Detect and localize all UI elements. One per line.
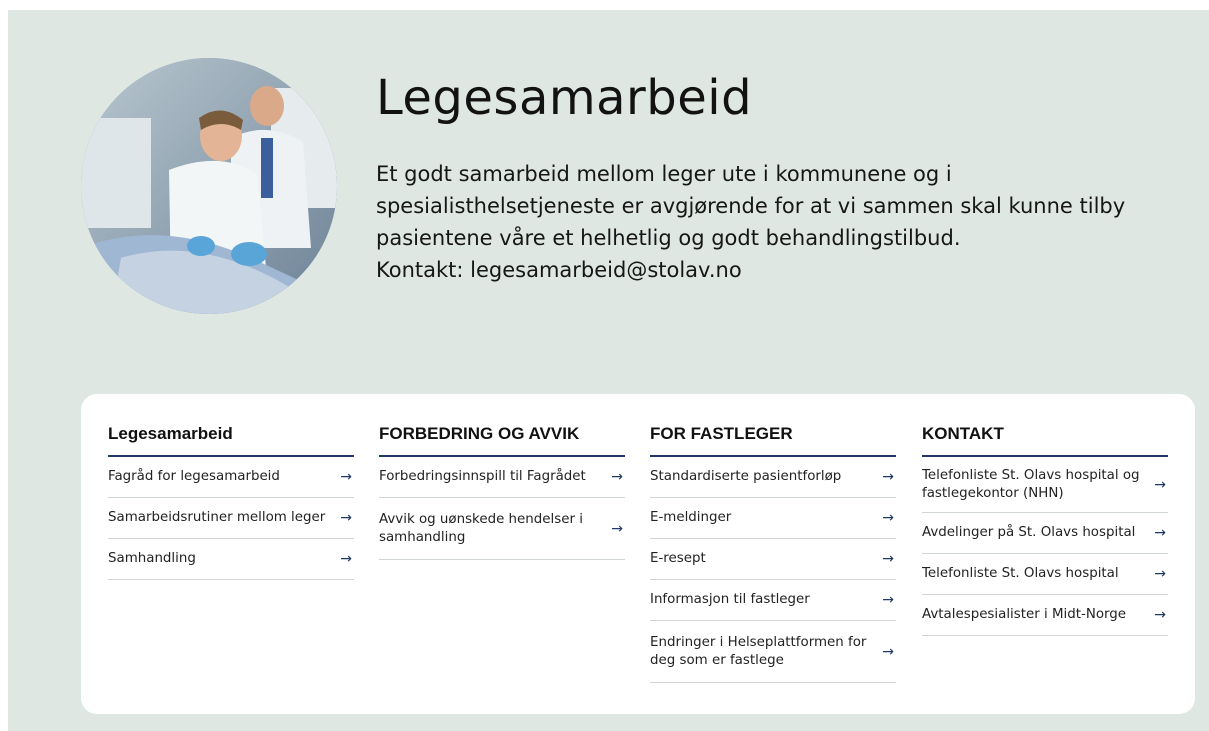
- link-label: Standardiserte pasientforløp: [650, 469, 842, 484]
- hero-photo: [81, 58, 337, 314]
- link-telefonliste-st-olavs[interactable]: Telefonliste St. Olavs hospital →: [922, 554, 1168, 595]
- hero-description-line: pasientene våre et helhetlig og godt beh…: [376, 226, 961, 250]
- link-forbedringsinnspill[interactable]: Forbedringsinnspill til Fagrådet →: [379, 457, 625, 498]
- arrow-right-icon: →: [340, 469, 352, 485]
- column-title: FORBEDRING OG AVVIK: [379, 424, 625, 457]
- link-samarbeidsrutiner[interactable]: Samarbeidsrutiner mellom leger →: [108, 498, 354, 539]
- arrow-right-icon: →: [1154, 476, 1166, 493]
- link-label: E-meldinger: [650, 510, 732, 525]
- arrow-right-icon: →: [611, 520, 623, 537]
- column-for-fastleger: FOR FASTLEGER Standardiserte pasientforl…: [650, 424, 896, 683]
- hero-description: Et godt samarbeid mellom leger ute i kom…: [376, 158, 1176, 286]
- link-informasjon-til-fastleger[interactable]: Informasjon til fastleger →: [650, 580, 896, 621]
- hero-description-line: spesialisthelsetjeneste er avgjørende fo…: [376, 194, 1126, 218]
- arrow-right-icon: →: [340, 551, 352, 567]
- link-label: Samarbeidsrutiner mellom leger: [108, 510, 326, 525]
- arrow-right-icon: →: [611, 469, 623, 485]
- link-label: Endringer i Helseplattformen for deg som…: [650, 634, 867, 668]
- link-label: Avvik og uønskede hendelser i samhandlin…: [379, 511, 583, 545]
- arrow-right-icon: →: [882, 469, 894, 485]
- link-label: Forbedringsinnspill til Fagrådet: [379, 469, 586, 484]
- column-title: KONTAKT: [922, 424, 1168, 457]
- column-title: FOR FASTLEGER: [650, 424, 896, 457]
- arrow-right-icon: →: [1154, 525, 1166, 541]
- arrow-right-icon: →: [1154, 566, 1166, 582]
- arrow-right-icon: →: [882, 551, 894, 567]
- hero-description-line: Et godt samarbeid mellom leger ute i kom…: [376, 162, 952, 186]
- link-label: Informasjon til fastleger: [650, 592, 810, 607]
- link-samhandling[interactable]: Samhandling →: [108, 539, 354, 580]
- page-title: Legesamarbeid: [376, 70, 753, 126]
- arrow-right-icon: →: [882, 643, 894, 660]
- link-avtalespesialister[interactable]: Avtalespesialister i Midt-Norge →: [922, 595, 1168, 636]
- arrow-right-icon: →: [340, 510, 352, 526]
- arrow-right-icon: →: [882, 510, 894, 526]
- link-telefonliste-og-fastlegekontor[interactable]: Telefonliste St. Olavs hospital og fastl…: [922, 457, 1168, 513]
- links-card: Legesamarbeid Fagråd for legesamarbeid →…: [81, 394, 1195, 714]
- link-e-meldinger[interactable]: E-meldinger →: [650, 498, 896, 539]
- arrow-right-icon: →: [1154, 607, 1166, 623]
- column-legesamarbeid: Legesamarbeid Fagråd for legesamarbeid →…: [108, 424, 354, 580]
- column-title: Legesamarbeid: [108, 424, 354, 457]
- link-avdelinger-st-olavs[interactable]: Avdelinger på St. Olavs hospital →: [922, 513, 1168, 554]
- page-background: Legesamarbeid Et godt samarbeid mellom l…: [8, 10, 1209, 731]
- link-label: Samhandling: [108, 551, 196, 566]
- column-kontakt: KONTAKT Telefonliste St. Olavs hospital …: [922, 424, 1168, 636]
- link-avvik-og-uonskede-hendelser[interactable]: Avvik og uønskede hendelser i samhandlin…: [379, 498, 625, 560]
- link-standardiserte-pasientforlop[interactable]: Standardiserte pasientforløp →: [650, 457, 896, 498]
- link-label: Telefonliste St. Olavs hospital: [922, 566, 1119, 581]
- column-forbedring-og-avvik: FORBEDRING OG AVVIK Forbedringsinnspill …: [379, 424, 625, 560]
- link-fagrad-for-legesamarbeid[interactable]: Fagråd for legesamarbeid →: [108, 457, 354, 498]
- arrow-right-icon: →: [882, 592, 894, 608]
- link-label: Fagråd for legesamarbeid: [108, 469, 280, 484]
- hero-contact-line: Kontakt: legesamarbeid@stolav.no: [376, 258, 742, 282]
- link-label: Avtalespesialister i Midt-Norge: [922, 607, 1127, 622]
- link-label: Avdelinger på St. Olavs hospital: [922, 525, 1136, 540]
- link-endringer-i-helseplattformen[interactable]: Endringer i Helseplattformen for deg som…: [650, 621, 896, 683]
- hero-text: Legesamarbeid Et godt samarbeid mellom l…: [376, 66, 1186, 286]
- link-label: E-resept: [650, 551, 706, 566]
- link-e-resept[interactable]: E-resept →: [650, 539, 896, 580]
- link-label: Telefonliste St. Olavs hospital og fastl…: [922, 467, 1140, 501]
